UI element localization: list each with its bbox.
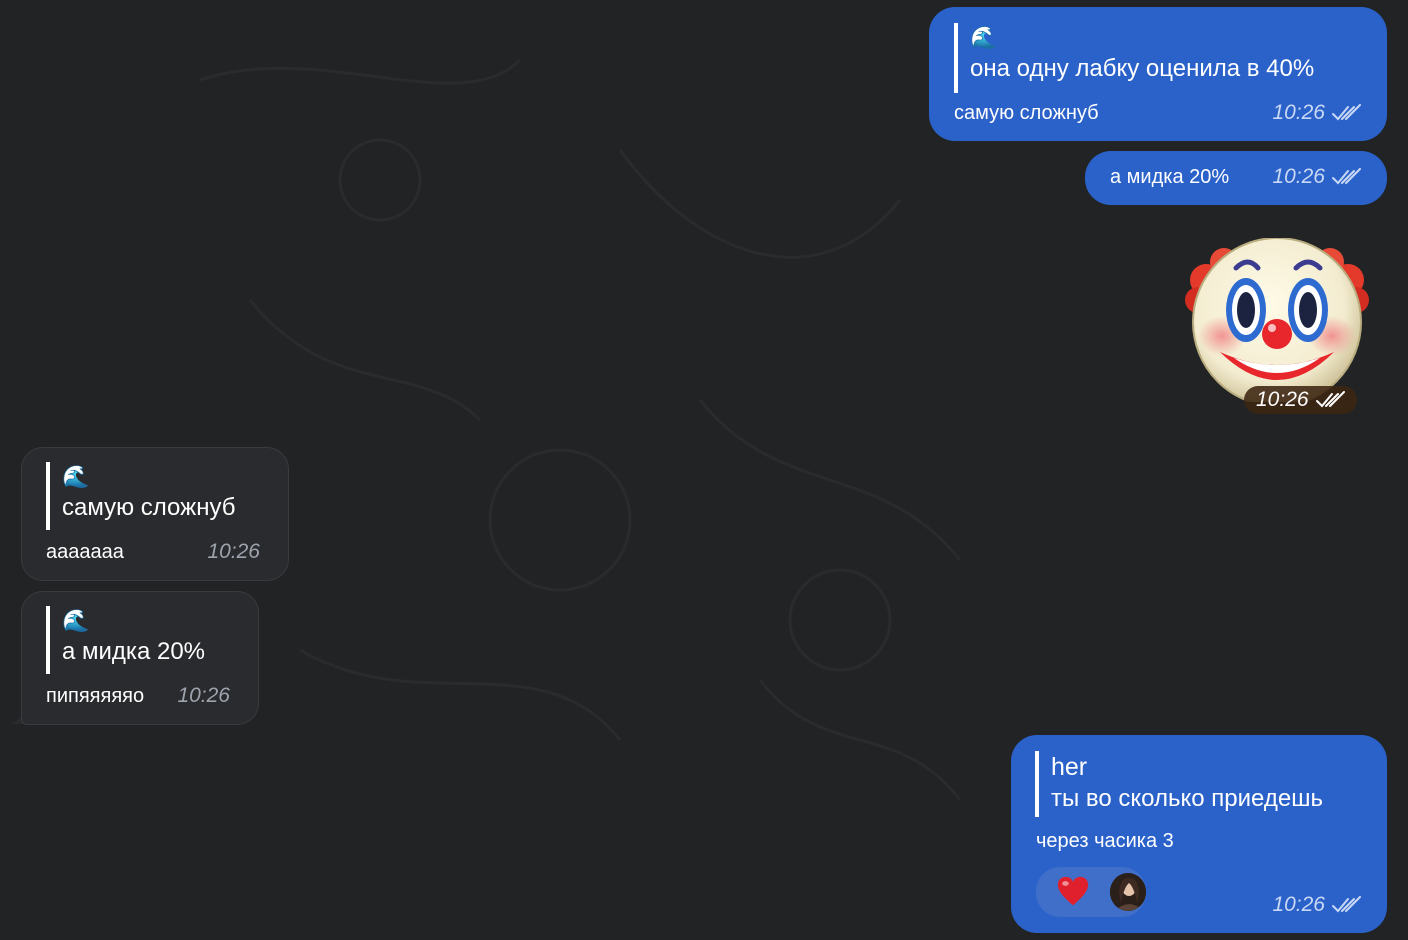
- message-time: 10:26: [207, 540, 260, 563]
- message-incoming-quote-slozhnub[interactable]: 🌊 самую сложнуб ааааааа 10:26: [21, 447, 289, 581]
- wave-emoji: 🌊: [62, 464, 90, 489]
- message-text: а мидка 20%: [1110, 166, 1230, 188]
- message-meta: 10:26: [1272, 101, 1363, 125]
- heart-reaction-icon: [1057, 876, 1089, 906]
- quoted-text: а мидка 20%: [62, 638, 206, 665]
- message-time: 10:26: [1272, 101, 1325, 124]
- reply-quote[interactable]: 🌊 а мидка 20%: [46, 606, 205, 674]
- double-check-icon: [1332, 168, 1361, 185]
- avatar-image: [1110, 873, 1146, 911]
- clown-face-sticker: [1185, 237, 1369, 407]
- message-meta: 10:26: [1272, 893, 1363, 917]
- message-outgoing-quote-lab[interactable]: 🌊 она одну лабку оценила в 40% самую сло…: [929, 7, 1387, 141]
- message-time: 10:26: [1256, 388, 1309, 411]
- message-meta: 10:26: [1272, 165, 1363, 189]
- message-outgoing-clown-sticker[interactable]: 10:26: [1184, 237, 1370, 422]
- wave-emoji: 🌊: [62, 608, 90, 633]
- message-text: самую сложнуб: [954, 102, 1099, 124]
- message-text: через часика 3: [1036, 830, 1174, 852]
- message-outgoing-midka[interactable]: а мидка 20% 10:26: [1085, 151, 1387, 205]
- reply-quote[interactable]: her ты во сколько приедешь: [1035, 751, 1323, 817]
- message-incoming-quote-midka[interactable]: 🌊 а мидка 20% пипяяяяяо 10:26: [21, 591, 259, 725]
- reply-quote[interactable]: 🌊 самую сложнуб: [46, 462, 235, 530]
- message-time: 10:26: [1272, 893, 1325, 916]
- quoted-text: ты во сколько приедешь: [1051, 785, 1323, 812]
- wave-emoji: 🌊: [970, 25, 998, 50]
- double-check-icon: [1332, 104, 1361, 121]
- message-outgoing-reply-her[interactable]: her ты во сколько приедешь через часика …: [1011, 735, 1387, 933]
- reaction-pill[interactable]: [1036, 867, 1146, 917]
- double-check-icon: [1315, 391, 1345, 408]
- message-time: 10:26: [177, 684, 230, 707]
- message-text: пипяяяяяо: [46, 685, 145, 707]
- reactor-avatar[interactable]: [1110, 873, 1146, 911]
- double-check-icon: [1332, 896, 1361, 913]
- message-time: 10:26: [1272, 165, 1325, 188]
- message-text: ааааааа: [46, 541, 124, 563]
- sticker-time-badge: 10:26: [1244, 386, 1357, 414]
- quoted-text: она одну лабку оценила в 40%: [970, 55, 1315, 82]
- quoted-author: her: [1051, 753, 1088, 781]
- quoted-text: самую сложнуб: [62, 494, 236, 521]
- reply-quote[interactable]: 🌊 она одну лабку оценила в 40%: [954, 23, 1314, 93]
